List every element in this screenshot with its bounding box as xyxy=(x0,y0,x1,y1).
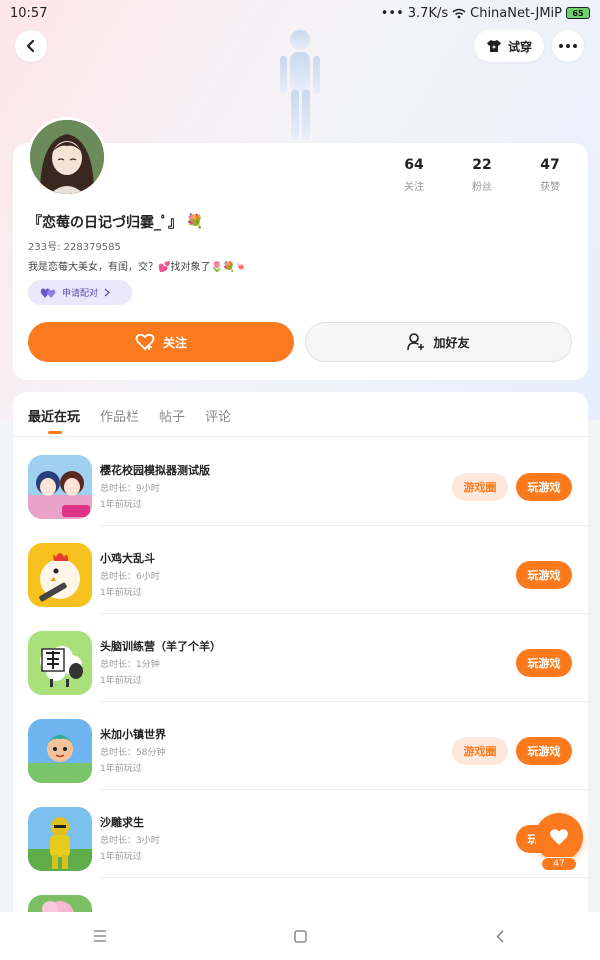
game-last-played: 1年前玩过 xyxy=(100,588,142,598)
heart-icon xyxy=(550,829,568,845)
stat-following-value: 64 xyxy=(404,157,424,173)
nickname-text: 『恋莓の日记づ归霎_ﾟ』 xyxy=(28,215,182,231)
stat-followers-value: 22 xyxy=(472,157,492,173)
system-nav-bar xyxy=(0,912,600,960)
match-request-label: 申请配对 xyxy=(62,289,99,299)
double-heart-icon xyxy=(40,288,56,298)
status-time: 10:57 xyxy=(10,5,48,21)
game-row[interactable]: 米加小镇世界 总时长：58分钟 1年前玩过 游戏圈 玩游戏 xyxy=(13,702,588,790)
more-dots-icon xyxy=(559,44,577,48)
menu-icon xyxy=(94,930,106,942)
chevron-left-icon xyxy=(26,39,35,53)
avatar[interactable] xyxy=(27,117,107,197)
like-button[interactable] xyxy=(535,813,583,861)
chicken-gun-icon xyxy=(28,543,92,607)
add-friend-label: 加好友 xyxy=(433,335,470,350)
game-last-played: 1年前玩过 xyxy=(100,676,142,686)
content-card: 最近在玩 作品栏 帖子 评论 樱花校园模拟器测试版 总时长：9小时 1年前玩过 … xyxy=(13,392,588,912)
game-row[interactable]: 头脑训练营（羊了个羊） 总时长：1分钟 1年前玩过 玩游戏 xyxy=(13,614,588,702)
play-game-button[interactable]: 玩游戏 xyxy=(516,473,572,501)
stat-likes-label: 获赞 xyxy=(540,182,560,193)
try-on-button[interactable]: 试穿 xyxy=(474,30,544,62)
tab-indicator xyxy=(48,431,62,434)
game-duration: 总时长：6小时 xyxy=(100,572,160,582)
game-last-played: 1年前玩过 xyxy=(100,764,142,774)
game-duration: 总时长：1分钟 xyxy=(100,660,160,670)
tab-divider xyxy=(13,436,588,437)
game-row[interactable]: 小鸡大乱斗 总时长：6小时 1年前玩过 玩游戏 xyxy=(13,526,588,614)
game-last-played: 1年前玩过 xyxy=(100,500,142,510)
play-game-button[interactable]: 玩游戏 xyxy=(516,561,572,589)
tab-recent-play[interactable]: 最近在玩 xyxy=(28,406,80,425)
tab-bar: 最近在玩 作品栏 帖子 评论 xyxy=(28,406,231,425)
stat-likes-value: 47 xyxy=(540,157,560,173)
status-bar: 10:57 ••• 3.7K/s ChinaNet-JMiP 65 xyxy=(0,0,600,26)
add-user-icon xyxy=(407,333,425,351)
game-title: 小鸡大乱斗 xyxy=(100,552,155,565)
tab-works[interactable]: 作品栏 xyxy=(100,406,139,425)
chevron-right-icon xyxy=(104,288,110,297)
bouquet-icon: 💐 xyxy=(186,214,204,230)
chevron-left-icon xyxy=(496,930,504,942)
try-on-label: 试穿 xyxy=(507,39,532,54)
game-circle-button[interactable]: 游戏圈 xyxy=(452,473,508,501)
bio: 我是恋莓大美女，有闺，交？💕找对象了🌷💐🍬 xyxy=(28,262,248,273)
nav-menu-button[interactable] xyxy=(40,916,160,956)
avatar-3d-figure xyxy=(280,30,320,140)
game-title: 米加小镇世界 xyxy=(100,728,166,741)
follow-label: 关注 xyxy=(162,335,187,350)
match-request-button[interactable]: 申请配对 xyxy=(28,280,132,305)
tab-posts[interactable]: 帖子 xyxy=(159,406,185,425)
game-duration: 总时长：9小时 xyxy=(100,484,160,494)
stat-followers-label: 粉丝 xyxy=(472,182,492,193)
network-name: ChinaNet-JMiP xyxy=(470,5,562,21)
heart-plus-icon xyxy=(135,333,155,351)
game-row[interactable]: 樱花校园模拟器测试版 总时长：9小时 1年前玩过 游戏圈 玩游戏 xyxy=(13,438,588,526)
game-duration: 总时长：58分钟 xyxy=(100,748,166,758)
stat-followers[interactable]: 22 粉丝 xyxy=(448,157,516,193)
play-game-button[interactable]: 玩游戏 xyxy=(516,649,572,677)
game-title: 头脑训练营（羊了个羊） xyxy=(100,640,221,653)
like-count-badge: 47 xyxy=(541,857,577,871)
sheep-icon xyxy=(28,631,92,695)
tab-comments[interactable]: 评论 xyxy=(205,406,231,425)
square-icon xyxy=(293,929,307,943)
nav-home-button[interactable] xyxy=(240,916,360,956)
stat-following[interactable]: 64 关注 xyxy=(380,157,448,193)
shirt-icon xyxy=(486,40,501,52)
network-speed: 3.7K/s xyxy=(407,5,449,21)
game-icon xyxy=(28,895,92,912)
stat-following-label: 关注 xyxy=(404,182,424,193)
sakura-school-icon xyxy=(28,455,92,519)
follow-button[interactable]: 关注 xyxy=(28,322,294,362)
game-row[interactable]: 沙雕求生 总时长：3小时 1年前玩过 玩游戏 xyxy=(13,790,588,878)
game-circle-button[interactable]: 游戏圈 xyxy=(452,737,508,765)
status-right: ••• 3.7K/s ChinaNet-JMiP 65 xyxy=(381,6,590,21)
nav-back-button[interactable] xyxy=(440,916,560,956)
game-last-played: 1年前玩过 xyxy=(100,852,142,862)
nickname: 『恋莓の日记づ归霎_ﾟ』 💐 xyxy=(28,212,203,232)
back-button[interactable] xyxy=(15,30,47,62)
more-button[interactable] xyxy=(552,30,584,62)
stats-row: 64 关注 22 粉丝 47 获赞 xyxy=(380,157,584,193)
play-game-button[interactable]: 玩游戏 xyxy=(516,737,572,765)
game-duration: 总时长：3小时 xyxy=(100,836,160,846)
stat-likes[interactable]: 47 获赞 xyxy=(516,157,584,193)
game-title: 沙雕求生 xyxy=(100,816,144,829)
user-id: 233号: 228379585 xyxy=(28,242,121,253)
toca-world-icon xyxy=(28,719,92,783)
survival-icon xyxy=(28,807,92,871)
wifi-icon xyxy=(452,8,466,18)
game-title: 樱花校园模拟器测试版 xyxy=(100,464,210,477)
avatar-image xyxy=(30,120,104,194)
signal-dots-icon: ••• xyxy=(380,5,404,21)
game-row[interactable] xyxy=(13,878,588,912)
battery-icon: 65 xyxy=(566,7,590,19)
add-friend-button[interactable]: 加好友 xyxy=(305,322,572,362)
